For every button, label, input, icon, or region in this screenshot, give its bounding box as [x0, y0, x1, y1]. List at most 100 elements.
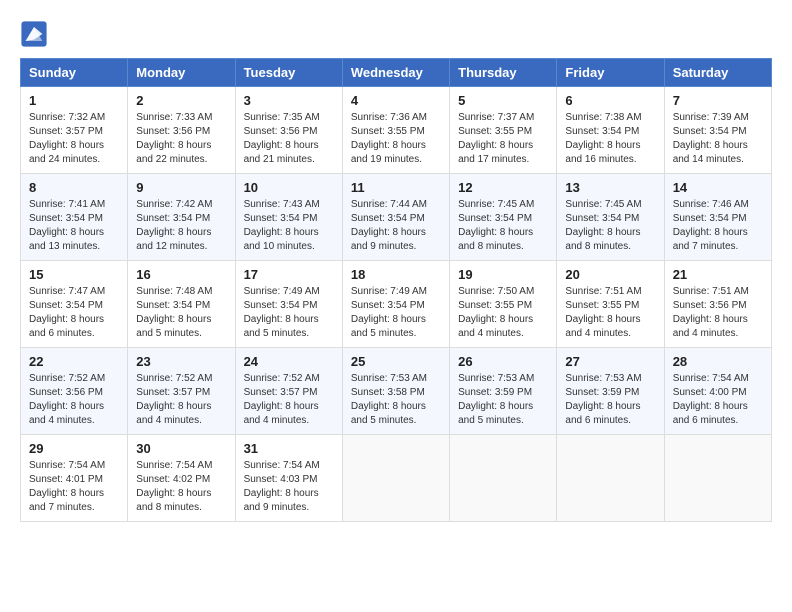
day-cell: 8 Sunrise: 7:41 AMSunset: 3:54 PMDaylight…	[21, 174, 128, 261]
day-info: Sunrise: 7:33 AMSunset: 3:56 PMDaylight:…	[136, 111, 226, 167]
day-number: 29	[29, 441, 119, 456]
day-number: 8	[29, 180, 119, 195]
day-number: 2	[136, 93, 226, 108]
day-cell: 5 Sunrise: 7:37 AMSunset: 3:55 PMDaylight…	[450, 87, 557, 174]
day-number: 20	[565, 267, 655, 282]
day-number: 31	[244, 441, 334, 456]
day-cell: 11 Sunrise: 7:44 AMSunset: 3:54 PMDayligh…	[342, 174, 449, 261]
weekday-header-saturday: Saturday	[664, 59, 771, 87]
day-info: Sunrise: 7:54 AMSunset: 4:02 PMDaylight:…	[136, 459, 226, 515]
day-number: 28	[673, 354, 763, 369]
day-info: Sunrise: 7:52 AMSunset: 3:57 PMDaylight:…	[244, 372, 334, 428]
day-number: 23	[136, 354, 226, 369]
weekday-header-row: SundayMondayTuesdayWednesdayThursdayFrid…	[21, 59, 772, 87]
day-info: Sunrise: 7:49 AMSunset: 3:54 PMDaylight:…	[351, 285, 441, 341]
day-cell: 24 Sunrise: 7:52 AMSunset: 3:57 PMDayligh…	[235, 348, 342, 435]
day-cell: 9 Sunrise: 7:42 AMSunset: 3:54 PMDaylight…	[128, 174, 235, 261]
day-info: Sunrise: 7:52 AMSunset: 3:57 PMDaylight:…	[136, 372, 226, 428]
day-cell: 31 Sunrise: 7:54 AMSunset: 4:03 PMDayligh…	[235, 435, 342, 522]
day-cell: 23 Sunrise: 7:52 AMSunset: 3:57 PMDayligh…	[128, 348, 235, 435]
logo-icon	[20, 20, 48, 48]
week-row-4: 22 Sunrise: 7:52 AMSunset: 3:56 PMDayligh…	[21, 348, 772, 435]
day-info: Sunrise: 7:41 AMSunset: 3:54 PMDaylight:…	[29, 198, 119, 254]
day-cell: 28 Sunrise: 7:54 AMSunset: 4:00 PMDayligh…	[664, 348, 771, 435]
day-number: 11	[351, 180, 441, 195]
day-info: Sunrise: 7:44 AMSunset: 3:54 PMDaylight:…	[351, 198, 441, 254]
day-cell	[342, 435, 449, 522]
day-cell	[664, 435, 771, 522]
day-info: Sunrise: 7:45 AMSunset: 3:54 PMDaylight:…	[565, 198, 655, 254]
day-info: Sunrise: 7:35 AMSunset: 3:56 PMDaylight:…	[244, 111, 334, 167]
day-info: Sunrise: 7:51 AMSunset: 3:55 PMDaylight:…	[565, 285, 655, 341]
day-number: 5	[458, 93, 548, 108]
day-number: 14	[673, 180, 763, 195]
day-cell: 16Sunrise: 7:48 AMSunset: 3:54 PMDayligh…	[128, 261, 235, 348]
day-number: 27	[565, 354, 655, 369]
day-info: Sunrise: 7:47 AMSunset: 3:54 PMDaylight:…	[29, 285, 119, 341]
day-info: Sunrise: 7:54 AMSunset: 4:00 PMDaylight:…	[673, 372, 763, 428]
day-cell: 4 Sunrise: 7:36 AMSunset: 3:55 PMDaylight…	[342, 87, 449, 174]
day-info: Sunrise: 7:52 AMSunset: 3:56 PMDaylight:…	[29, 372, 119, 428]
day-number: 6	[565, 93, 655, 108]
day-info: Sunrise: 7:36 AMSunset: 3:55 PMDaylight:…	[351, 111, 441, 167]
day-cell: 19Sunrise: 7:50 AMSunset: 3:55 PMDayligh…	[450, 261, 557, 348]
calendar: SundayMondayTuesdayWednesdayThursdayFrid…	[20, 58, 772, 522]
day-info: Sunrise: 7:49 AMSunset: 3:54 PMDaylight:…	[244, 285, 334, 341]
day-number: 22	[29, 354, 119, 369]
weekday-header-tuesday: Tuesday	[235, 59, 342, 87]
day-cell: 29 Sunrise: 7:54 AMSunset: 4:01 PMDayligh…	[21, 435, 128, 522]
day-info: Sunrise: 7:54 AMSunset: 4:03 PMDaylight:…	[244, 459, 334, 515]
week-row-1: 1 Sunrise: 7:32 AMSunset: 3:57 PMDaylight…	[21, 87, 772, 174]
page-header	[20, 20, 772, 48]
weekday-header-sunday: Sunday	[21, 59, 128, 87]
day-info: Sunrise: 7:32 AMSunset: 3:57 PMDaylight:…	[29, 111, 119, 167]
day-number: 16	[136, 267, 226, 282]
day-cell: 14Sunrise: 7:46 AMSunset: 3:54 PMDayligh…	[664, 174, 771, 261]
day-number: 10	[244, 180, 334, 195]
day-cell: 26 Sunrise: 7:53 AMSunset: 3:59 PMDayligh…	[450, 348, 557, 435]
day-info: Sunrise: 7:42 AMSunset: 3:54 PMDaylight:…	[136, 198, 226, 254]
day-cell: 12 Sunrise: 7:45 AMSunset: 3:54 PMDayligh…	[450, 174, 557, 261]
weekday-header-monday: Monday	[128, 59, 235, 87]
day-cell: 30 Sunrise: 7:54 AMSunset: 4:02 PMDayligh…	[128, 435, 235, 522]
day-number: 4	[351, 93, 441, 108]
day-cell: 1 Sunrise: 7:32 AMSunset: 3:57 PMDaylight…	[21, 87, 128, 174]
day-cell: 6 Sunrise: 7:38 AMSunset: 3:54 PMDaylight…	[557, 87, 664, 174]
day-cell: 18 Sunrise: 7:49 AMSunset: 3:54 PMDayligh…	[342, 261, 449, 348]
day-info: Sunrise: 7:45 AMSunset: 3:54 PMDaylight:…	[458, 198, 548, 254]
day-number: 25	[351, 354, 441, 369]
day-info: Sunrise: 7:50 AMSunset: 3:55 PMDaylight:…	[458, 285, 548, 341]
day-number: 9	[136, 180, 226, 195]
day-number: 21	[673, 267, 763, 282]
day-cell: 21Sunrise: 7:51 AMSunset: 3:56 PMDayligh…	[664, 261, 771, 348]
day-info: Sunrise: 7:54 AMSunset: 4:01 PMDaylight:…	[29, 459, 119, 515]
day-cell	[557, 435, 664, 522]
day-cell: 15Sunrise: 7:47 AMSunset: 3:54 PMDayligh…	[21, 261, 128, 348]
day-cell: 20 Sunrise: 7:51 AMSunset: 3:55 PMDayligh…	[557, 261, 664, 348]
weekday-header-thursday: Thursday	[450, 59, 557, 87]
day-cell: 2 Sunrise: 7:33 AMSunset: 3:56 PMDaylight…	[128, 87, 235, 174]
day-number: 30	[136, 441, 226, 456]
logo	[20, 20, 52, 48]
day-number: 26	[458, 354, 548, 369]
day-number: 24	[244, 354, 334, 369]
day-info: Sunrise: 7:39 AMSunset: 3:54 PMDaylight:…	[673, 111, 763, 167]
day-number: 12	[458, 180, 548, 195]
day-cell: 10 Sunrise: 7:43 AMSunset: 3:54 PMDayligh…	[235, 174, 342, 261]
week-row-2: 8 Sunrise: 7:41 AMSunset: 3:54 PMDaylight…	[21, 174, 772, 261]
day-info: Sunrise: 7:53 AMSunset: 3:59 PMDaylight:…	[458, 372, 548, 428]
week-row-3: 15Sunrise: 7:47 AMSunset: 3:54 PMDayligh…	[21, 261, 772, 348]
day-cell: 7Sunrise: 7:39 AMSunset: 3:54 PMDaylight…	[664, 87, 771, 174]
day-number: 18	[351, 267, 441, 282]
day-info: Sunrise: 7:37 AMSunset: 3:55 PMDaylight:…	[458, 111, 548, 167]
day-cell: 25 Sunrise: 7:53 AMSunset: 3:58 PMDayligh…	[342, 348, 449, 435]
day-info: Sunrise: 7:38 AMSunset: 3:54 PMDaylight:…	[565, 111, 655, 167]
week-row-5: 29 Sunrise: 7:54 AMSunset: 4:01 PMDayligh…	[21, 435, 772, 522]
day-cell: 13Sunrise: 7:45 AMSunset: 3:54 PMDayligh…	[557, 174, 664, 261]
day-number: 17	[244, 267, 334, 282]
day-number: 1	[29, 93, 119, 108]
day-info: Sunrise: 7:43 AMSunset: 3:54 PMDaylight:…	[244, 198, 334, 254]
day-info: Sunrise: 7:53 AMSunset: 3:58 PMDaylight:…	[351, 372, 441, 428]
day-cell: 17 Sunrise: 7:49 AMSunset: 3:54 PMDayligh…	[235, 261, 342, 348]
day-cell	[450, 435, 557, 522]
